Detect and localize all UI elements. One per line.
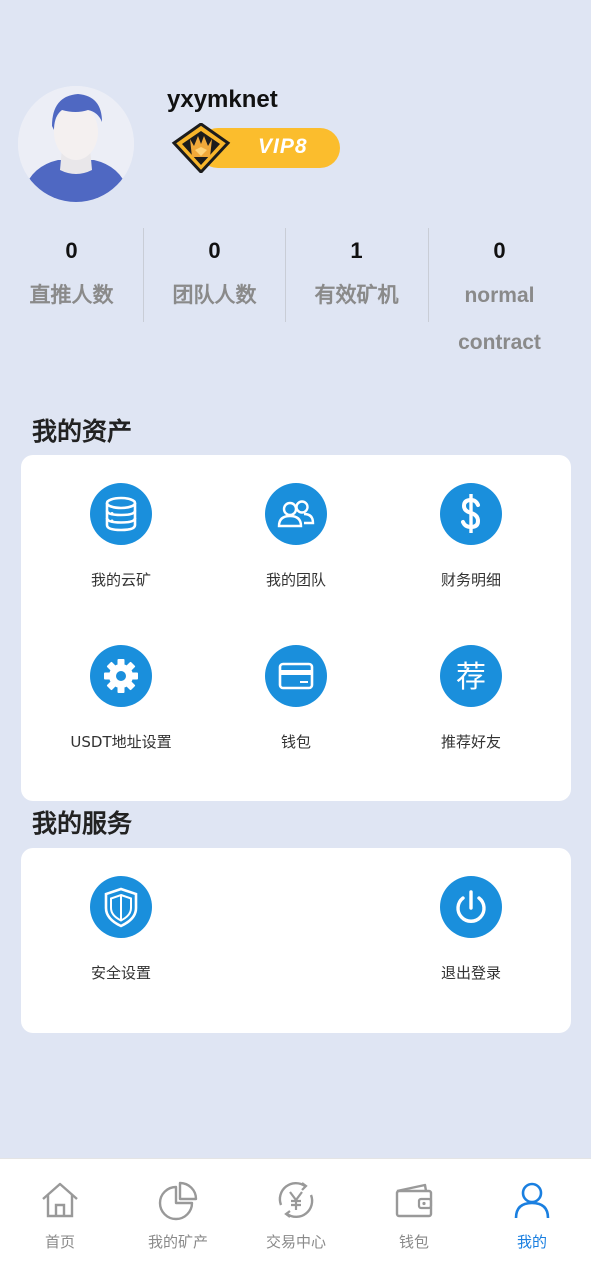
menu-item-wallet[interactable]: 钱包 bbox=[206, 645, 386, 752]
vip-badge: VIP8 bbox=[170, 123, 340, 173]
database-icon bbox=[105, 496, 137, 532]
stat-value: 0 bbox=[65, 238, 78, 263]
recommend-icon: 荐 bbox=[456, 660, 486, 695]
stats-row: 0 直推人数 0 团队人数 1 有效矿机 0 normal contract bbox=[0, 228, 591, 368]
menu-item-label: 财务明细 bbox=[440, 571, 501, 589]
menu-item-label: 推荐好友 bbox=[440, 733, 501, 751]
profile-header: yxymknet VIP8 bbox=[18, 86, 578, 206]
exchange-yen-icon bbox=[278, 1181, 314, 1219]
team-icon bbox=[277, 500, 315, 528]
card-icon bbox=[278, 662, 314, 690]
bottom-tab-bar: 首页 我的矿产 交易中心 钱包 我的 bbox=[0, 1158, 591, 1277]
menu-item-cloud-mining[interactable]: 我的云矿 bbox=[31, 483, 211, 590]
avatar[interactable] bbox=[18, 86, 134, 202]
gear-icon bbox=[104, 659, 138, 693]
stat-label: 团队人数 bbox=[172, 283, 257, 307]
tab-label: 交易中心 bbox=[265, 1233, 326, 1251]
services-card: 安全设置 退出登录 bbox=[21, 848, 571, 1033]
menu-item-my-team[interactable]: 我的团队 bbox=[206, 483, 386, 590]
stat-value: 0 bbox=[493, 238, 506, 263]
section-title-services: 我的服务 bbox=[32, 809, 133, 838]
svg-text:荐: 荐 bbox=[456, 660, 486, 695]
stat-value: 1 bbox=[350, 238, 363, 263]
username: yxymknet bbox=[167, 86, 278, 113]
stat-label: 有效矿机 bbox=[314, 283, 399, 307]
menu-item-usdt-address[interactable]: USDT地址设置 bbox=[31, 645, 211, 752]
pie-chart-icon bbox=[158, 1181, 198, 1221]
stat-direct-referrals[interactable]: 0 直推人数 bbox=[0, 228, 143, 319]
wallet-icon bbox=[395, 1183, 433, 1218]
menu-item-label: 钱包 bbox=[280, 733, 311, 751]
power-icon bbox=[456, 890, 486, 923]
dollar-icon bbox=[461, 494, 481, 533]
user-icon bbox=[514, 1182, 550, 1219]
user-avatar-icon bbox=[18, 86, 134, 202]
menu-item-label: 我的云矿 bbox=[90, 571, 151, 589]
tab-home[interactable]: 首页 bbox=[1, 1179, 119, 1252]
stat-label: 直推人数 bbox=[29, 283, 114, 307]
menu-item-label: USDT地址设置 bbox=[70, 733, 172, 751]
stat-normal-contract[interactable]: 0 normal contract bbox=[428, 228, 571, 366]
stat-active-miners[interactable]: 1 有效矿机 bbox=[285, 228, 428, 319]
tab-my-mining[interactable]: 我的矿产 bbox=[119, 1179, 237, 1252]
tab-label: 我的 bbox=[516, 1233, 547, 1251]
tab-me[interactable]: 我的 bbox=[473, 1179, 591, 1252]
menu-item-label: 退出登录 bbox=[440, 964, 501, 982]
menu-item-label: 我的团队 bbox=[265, 571, 326, 589]
home-icon bbox=[42, 1182, 78, 1218]
stat-label: normal contract bbox=[458, 284, 541, 354]
section-title-assets: 我的资产 bbox=[32, 417, 133, 446]
tab-label: 首页 bbox=[44, 1233, 75, 1251]
menu-item-security-settings[interactable]: 安全设置 bbox=[31, 876, 211, 983]
tab-trading-center[interactable]: 交易中心 bbox=[237, 1179, 355, 1252]
menu-item-finance-details[interactable]: 财务明细 bbox=[381, 483, 561, 590]
menu-item-logout[interactable]: 退出登录 bbox=[381, 876, 561, 983]
tab-label: 我的矿产 bbox=[147, 1233, 208, 1251]
tab-wallet[interactable]: 钱包 bbox=[355, 1179, 473, 1252]
assets-card: 我的云矿 我的团队 财务明细 USDT地址设置 钱包 荐 推荐好友 bbox=[21, 455, 571, 801]
stat-value: 0 bbox=[208, 238, 221, 263]
menu-item-label: 安全设置 bbox=[90, 964, 151, 982]
menu-item-recommend-friends[interactable]: 荐 推荐好友 bbox=[381, 645, 561, 752]
tab-label: 钱包 bbox=[398, 1233, 429, 1251]
stat-team-size[interactable]: 0 团队人数 bbox=[143, 228, 286, 319]
vip-level: VIP8 bbox=[258, 135, 308, 158]
shield-icon bbox=[104, 887, 138, 928]
crown-shield-icon bbox=[171, 123, 231, 173]
